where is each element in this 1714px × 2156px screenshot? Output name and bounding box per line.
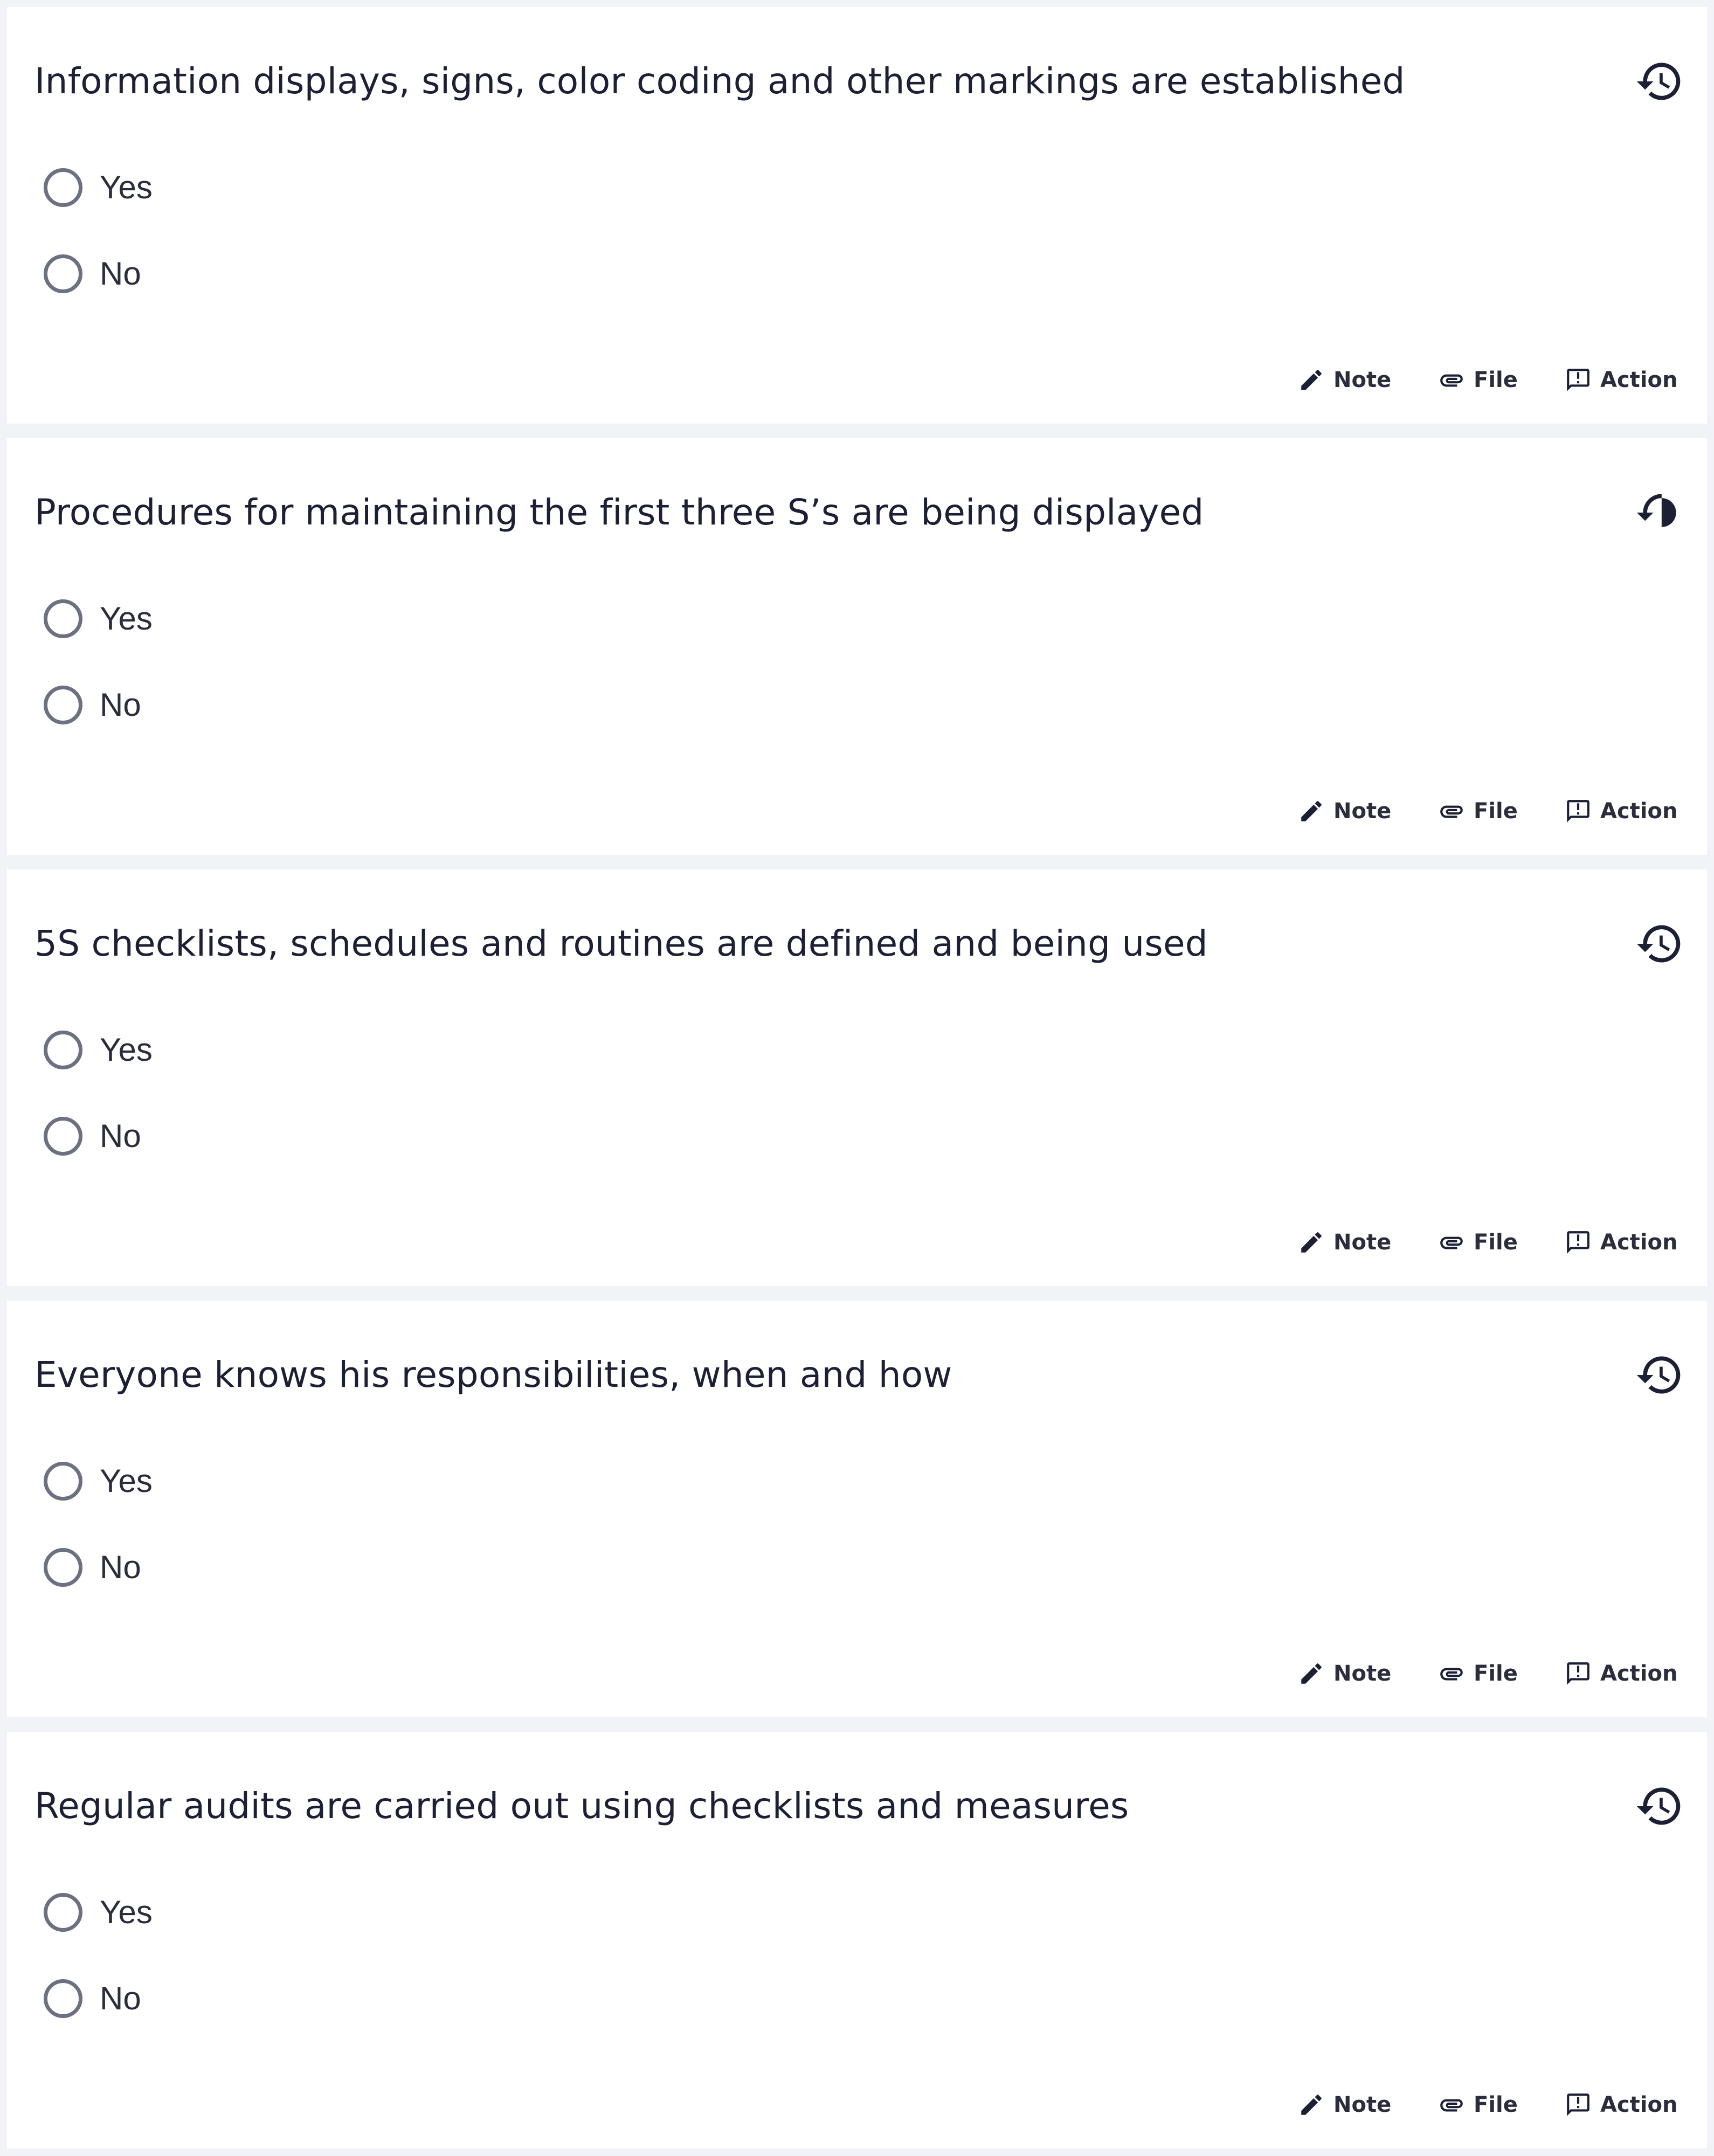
action-button[interactable]: Action	[1565, 1652, 1677, 1695]
radio-button[interactable]	[44, 1462, 82, 1501]
action-label: Action	[1600, 368, 1678, 392]
action-bar: Note File Action	[7, 790, 1707, 833]
action-label: Action	[1600, 799, 1678, 824]
note-button[interactable]: Note	[1298, 790, 1391, 833]
option-label: Yes	[100, 169, 153, 205]
report-comment-icon	[1565, 798, 1592, 825]
paperclip-icon	[1438, 2091, 1465, 2118]
file-button[interactable]: File	[1438, 358, 1518, 402]
option-yes[interactable]: Yes	[44, 595, 153, 643]
pencil-icon	[1298, 2091, 1325, 2118]
radio-button[interactable]	[44, 686, 82, 724]
action-button[interactable]: Action	[1565, 358, 1677, 402]
option-no[interactable]: No	[44, 1112, 141, 1160]
paperclip-icon	[1438, 1660, 1465, 1687]
file-button[interactable]: File	[1438, 1652, 1518, 1695]
pencil-icon	[1298, 1229, 1325, 1256]
action-bar: Note File Action	[7, 1221, 1707, 1264]
question-title: 5S checklists, schedules and routines ar…	[34, 923, 1208, 964]
option-yes[interactable]: Yes	[44, 1457, 153, 1505]
paperclip-icon	[1438, 798, 1465, 825]
option-yes[interactable]: Yes	[44, 163, 153, 212]
history-icon[interactable]	[1635, 919, 1684, 969]
action-label: Action	[1600, 2092, 1678, 2117]
action-button[interactable]: Action	[1565, 1221, 1677, 1264]
question-card: Information displays, signs, color codin…	[7, 7, 1707, 424]
radio-button[interactable]	[44, 168, 82, 207]
question-title: Everyone knows his responsibilities, whe…	[34, 1354, 952, 1395]
option-label: No	[100, 1980, 141, 2016]
question-card: Regular audits are carried out using che…	[7, 1732, 1707, 2148]
action-bar: Note File Action	[7, 2083, 1707, 2126]
file-label: File	[1474, 1230, 1518, 1255]
report-comment-icon	[1565, 1229, 1592, 1256]
file-label: File	[1474, 1661, 1518, 1686]
option-label: Yes	[100, 1894, 153, 1930]
file-label: File	[1474, 799, 1518, 824]
paperclip-icon	[1438, 1229, 1465, 1256]
option-label: No	[100, 1118, 141, 1154]
radio-button[interactable]	[44, 599, 82, 638]
option-label: Yes	[100, 600, 153, 637]
action-bar: Note File Action	[7, 358, 1707, 402]
history-icon[interactable]	[1635, 1781, 1684, 1831]
paperclip-icon	[1438, 367, 1465, 393]
note-label: Note	[1333, 368, 1392, 392]
note-button[interactable]: Note	[1298, 2083, 1391, 2126]
question-title: Procedures for maintaining the first thr…	[34, 492, 1204, 533]
option-label: No	[100, 255, 141, 292]
question-card: Procedures for maintaining the first thr…	[7, 438, 1707, 855]
note-label: Note	[1333, 1230, 1392, 1255]
question-title: Regular audits are carried out using che…	[34, 1785, 1129, 1827]
action-button[interactable]: Action	[1565, 790, 1677, 833]
file-button[interactable]: File	[1438, 790, 1518, 833]
file-button[interactable]: File	[1438, 1221, 1518, 1264]
radio-button[interactable]	[44, 1548, 82, 1587]
file-button[interactable]: File	[1438, 2083, 1518, 2126]
report-comment-icon	[1565, 367, 1592, 393]
checklist-page: Information displays, signs, color codin…	[0, 0, 1714, 2156]
option-label: No	[100, 1549, 141, 1585]
radio-button[interactable]	[44, 1893, 82, 1932]
history-icon[interactable]	[1635, 57, 1684, 106]
note-label: Note	[1333, 1661, 1392, 1686]
note-button[interactable]: Note	[1298, 358, 1391, 402]
radio-button[interactable]	[44, 254, 82, 293]
pencil-icon	[1298, 367, 1325, 393]
option-yes[interactable]: Yes	[44, 1026, 153, 1074]
pencil-icon	[1298, 1660, 1325, 1687]
action-label: Action	[1600, 1230, 1678, 1255]
option-label: Yes	[100, 1463, 153, 1499]
history-icon[interactable]	[1635, 1350, 1684, 1400]
note-button[interactable]: Note	[1298, 1652, 1391, 1695]
question-card: 5S checklists, schedules and routines ar…	[7, 869, 1707, 1286]
option-no[interactable]: No	[44, 1974, 141, 2023]
note-label: Note	[1333, 799, 1392, 824]
question-card: Everyone knows his responsibilities, whe…	[7, 1301, 1707, 1717]
action-label: Action	[1600, 1661, 1678, 1686]
file-label: File	[1474, 2092, 1518, 2117]
report-comment-icon	[1565, 1660, 1592, 1687]
file-label: File	[1474, 368, 1518, 392]
action-bar: Note File Action	[7, 1652, 1707, 1695]
radio-button[interactable]	[44, 1117, 82, 1156]
action-button[interactable]: Action	[1565, 2083, 1677, 2126]
radio-button[interactable]	[44, 1031, 82, 1069]
option-no[interactable]: No	[44, 1543, 141, 1592]
radio-button[interactable]	[44, 1979, 82, 2018]
option-label: Yes	[100, 1032, 153, 1068]
option-no[interactable]: No	[44, 681, 141, 729]
pencil-icon	[1298, 798, 1325, 825]
history-icon[interactable]	[1635, 488, 1684, 537]
option-label: No	[100, 687, 141, 723]
note-label: Note	[1333, 2092, 1392, 2117]
option-yes[interactable]: Yes	[44, 1888, 153, 1937]
note-button[interactable]: Note	[1298, 1221, 1391, 1264]
option-no[interactable]: No	[44, 250, 141, 298]
question-title: Information displays, signs, color codin…	[34, 60, 1405, 102]
report-comment-icon	[1565, 2091, 1592, 2118]
